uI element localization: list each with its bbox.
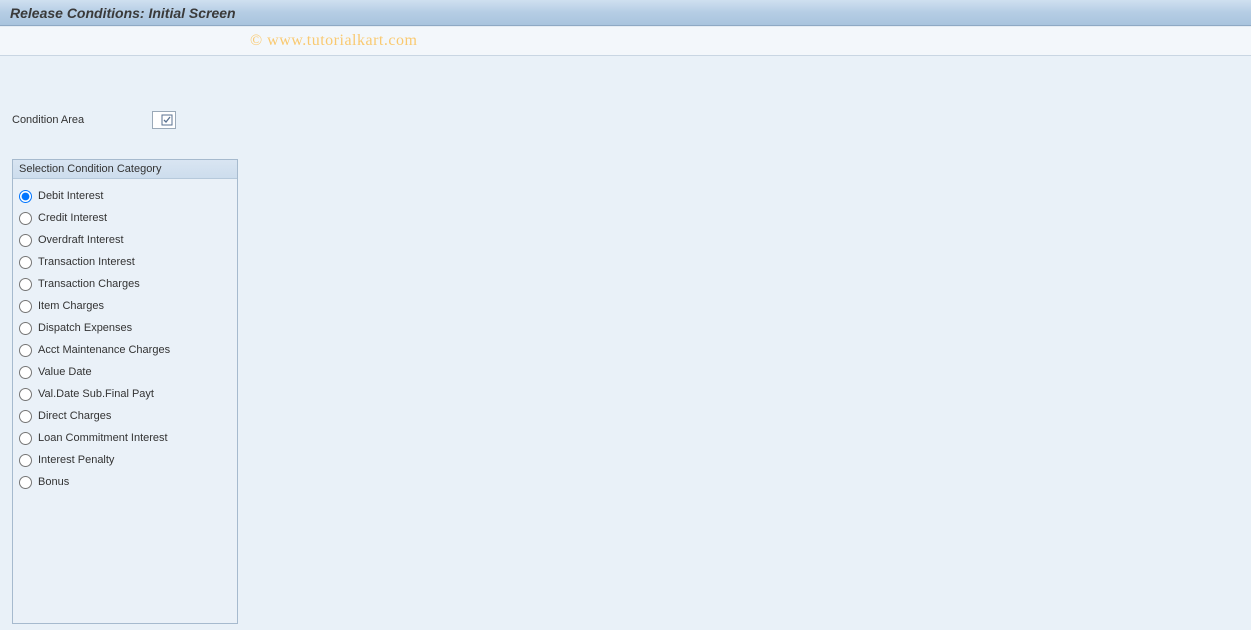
radio-label: Overdraft Interest	[38, 234, 124, 246]
groupbox-body: Debit Interest Credit Interest Overdraft I…	[13, 179, 237, 623]
radio-row[interactable]: Interest Penalty	[19, 449, 231, 471]
radio-input[interactable]	[19, 476, 32, 489]
radio-input[interactable]	[19, 278, 32, 291]
radio-input[interactable]	[19, 366, 32, 379]
radio-input[interactable]	[19, 212, 32, 225]
radio-label: Acct Maintenance Charges	[38, 344, 170, 356]
radio-input[interactable]	[19, 190, 32, 203]
groupbox-header: Selection Condition Category	[13, 160, 237, 179]
condition-area-label: Condition Area	[12, 114, 152, 126]
content-area: Condition Area Selection Condition Categ…	[0, 56, 1251, 624]
page-title: Release Conditions: Initial Screen	[10, 5, 236, 21]
radio-label: Bonus	[38, 476, 69, 488]
radio-input[interactable]	[19, 432, 32, 445]
radio-label: Value Date	[38, 366, 92, 378]
radio-row[interactable]: Transaction Interest	[19, 251, 231, 273]
radio-input[interactable]	[19, 322, 32, 335]
radio-input[interactable]	[19, 300, 32, 313]
radio-label: Direct Charges	[38, 410, 111, 422]
toolbar: © www.tutorialkart.com	[0, 26, 1251, 56]
titlebar: Release Conditions: Initial Screen	[0, 0, 1251, 26]
radio-row[interactable]: Acct Maintenance Charges	[19, 339, 231, 361]
radio-label: Item Charges	[38, 300, 104, 312]
radio-row[interactable]: Direct Charges	[19, 405, 231, 427]
radio-row[interactable]: Dispatch Expenses	[19, 317, 231, 339]
radio-row[interactable]: Transaction Charges	[19, 273, 231, 295]
radio-label: Transaction Charges	[38, 278, 140, 290]
condition-area-input-wrap	[152, 111, 176, 129]
radio-input[interactable]	[19, 410, 32, 423]
radio-row[interactable]: Value Date	[19, 361, 231, 383]
radio-input[interactable]	[19, 454, 32, 467]
radio-label: Val.Date Sub.Final Payt	[38, 388, 154, 400]
selection-condition-category-group: Selection Condition Category Debit Inter…	[12, 159, 238, 624]
radio-input[interactable]	[19, 256, 32, 269]
radio-label: Transaction Interest	[38, 256, 135, 268]
search-help-icon[interactable]	[160, 113, 174, 127]
radio-label: Interest Penalty	[38, 454, 114, 466]
radio-input[interactable]	[19, 234, 32, 247]
radio-row[interactable]: Debit Interest	[19, 185, 231, 207]
radio-label: Loan Commitment Interest	[38, 432, 168, 444]
watermark-text: © www.tutorialkart.com	[250, 32, 417, 50]
radio-label: Credit Interest	[38, 212, 107, 224]
radio-row[interactable]: Credit Interest	[19, 207, 231, 229]
radio-row[interactable]: Loan Commitment Interest	[19, 427, 231, 449]
condition-area-row: Condition Area	[12, 111, 1251, 129]
radio-input[interactable]	[19, 388, 32, 401]
radio-label: Dispatch Expenses	[38, 322, 132, 334]
radio-input[interactable]	[19, 344, 32, 357]
radio-row[interactable]: Overdraft Interest	[19, 229, 231, 251]
radio-label: Debit Interest	[38, 190, 103, 202]
radio-row[interactable]: Item Charges	[19, 295, 231, 317]
radio-row[interactable]: Val.Date Sub.Final Payt	[19, 383, 231, 405]
radio-row[interactable]: Bonus	[19, 471, 231, 493]
